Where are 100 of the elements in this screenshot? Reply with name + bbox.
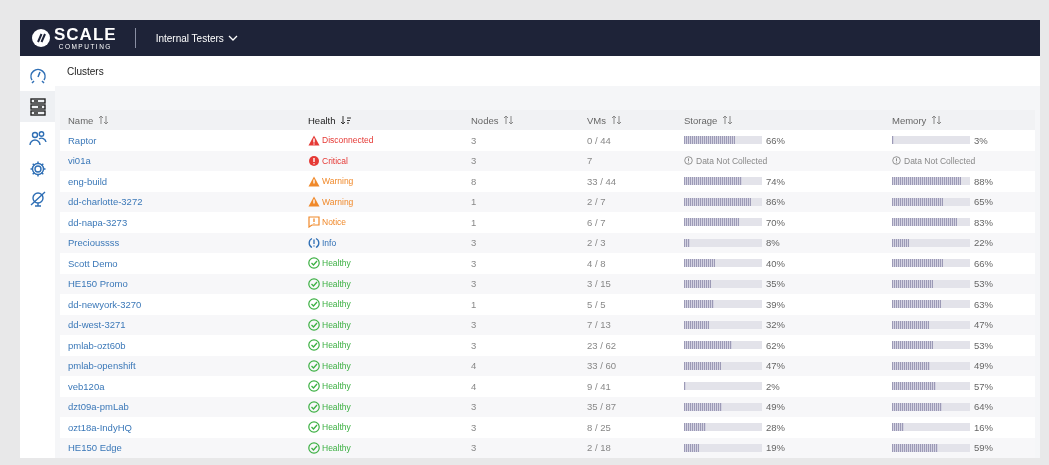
check-circle-icon (308, 318, 320, 331)
health-status: Healthy (322, 258, 351, 269)
usage-percent: 66% (766, 134, 785, 146)
crossed-globe-icon (28, 190, 47, 209)
settings-icon (28, 159, 47, 178)
cluster-link[interactable]: dd-newyork-3270 (68, 298, 142, 310)
column-header[interactable]: Name (60, 114, 300, 126)
warning-triangle-icon (308, 196, 320, 208)
usage-percent: 3% (974, 134, 988, 146)
usage-percent: 8% (766, 237, 780, 249)
data-not-collected-text: Data Not Collected (696, 155, 768, 166)
health-status: Info (322, 237, 337, 248)
table-cell: 3 (471, 155, 477, 167)
health-status: Healthy (322, 340, 351, 351)
column-header[interactable]: Nodes (463, 114, 579, 126)
usage-percent: 86% (766, 196, 785, 208)
health-status: Disconnected (322, 135, 374, 146)
table-cell: 9 / 41 (587, 380, 611, 392)
cluster-link[interactable]: ozt18a-IndyHQ (68, 421, 132, 433)
sort-icon (503, 115, 515, 125)
gauge-icon (28, 66, 47, 85)
cluster-link[interactable]: veb120a (68, 380, 105, 392)
usage-percent: 66% (974, 257, 993, 269)
usage-percent: 47% (766, 360, 785, 372)
table-cell: 3 (471, 257, 477, 269)
usage-percent: 53% (974, 339, 993, 351)
info-icon (892, 156, 901, 166)
health-status: Critical (322, 155, 348, 166)
column-header[interactable]: VMs (579, 114, 676, 126)
usage-percent: 65% (974, 196, 993, 208)
logo-icon (32, 29, 50, 47)
check-circle-icon (308, 421, 320, 434)
cluster-link[interactable]: Raptor (68, 134, 97, 146)
table-cell: 3 (471, 421, 477, 433)
cluster-link[interactable]: eng-build (68, 175, 108, 187)
usage-percent: 63% (974, 298, 993, 310)
health-status: Healthy (322, 299, 351, 310)
health-status: Healthy (322, 442, 351, 453)
health-status: Healthy (322, 422, 351, 433)
table-cell: 8 (471, 175, 477, 187)
cluster-link[interactable]: HE150 Promo (68, 278, 128, 290)
table-cell: 23 / 62 (587, 339, 617, 351)
organization-dropdown[interactable]: Internal Testers (153, 28, 240, 48)
table-cell: 2 / 7 (587, 196, 606, 208)
cluster-link[interactable]: Precioussss (68, 237, 120, 249)
usage-percent: 19% (766, 442, 785, 454)
table-cell: 3 (471, 237, 477, 249)
alert-badge-icon (308, 154, 320, 167)
table-cell: 1 (471, 196, 477, 208)
sort-icon (98, 115, 110, 125)
table-cell: 0 / 44 (587, 134, 611, 146)
table-cell: 33 / 60 (587, 360, 617, 372)
users-icon (28, 128, 47, 147)
usage-percent: 32% (766, 319, 785, 331)
cluster-link[interactable]: pmlab-openshift (68, 360, 136, 372)
usage-percent: 74% (766, 175, 785, 187)
table-cell: 4 (471, 380, 477, 392)
table-cell: 1 (471, 298, 477, 310)
cluster-link[interactable]: dzt09a-pmLab (68, 401, 129, 413)
table-cell: 3 (471, 319, 477, 331)
column-header[interactable]: Memory (884, 114, 1035, 126)
server-stack-icon (28, 97, 47, 116)
usage-percent: 70% (766, 216, 785, 228)
sidebar-item[interactable] (20, 91, 55, 122)
table-cell: 35 / 87 (587, 401, 617, 413)
table-cell: 33 / 44 (587, 175, 617, 187)
check-circle-icon (308, 339, 320, 352)
column-header[interactable]: Health (300, 114, 463, 126)
table-cell: 4 / 8 (587, 257, 606, 269)
cluster-link[interactable]: dd-napa-3273 (68, 216, 128, 228)
cluster-link[interactable]: Scott Demo (68, 257, 118, 269)
cluster-link[interactable]: vi01a (68, 155, 91, 167)
logo-text: SCALE (54, 25, 117, 43)
usage-percent: 49% (974, 360, 993, 372)
check-circle-icon (308, 380, 320, 393)
table-cell: 3 (471, 401, 477, 413)
health-status: Healthy (322, 360, 351, 371)
table-cell: 3 (471, 339, 477, 351)
usage-percent: 53% (974, 278, 993, 290)
usage-percent: 16% (974, 421, 993, 433)
column-header[interactable]: Storage (676, 114, 884, 126)
usage-percent: 39% (766, 298, 785, 310)
cluster-link[interactable]: dd-charlotte-3272 (68, 196, 143, 208)
check-circle-icon (308, 359, 320, 372)
check-circle-icon (308, 277, 320, 290)
table-cell: 2 / 3 (587, 237, 606, 249)
cluster-link[interactable]: HE150 Edge (68, 442, 122, 454)
check-circle-icon (308, 441, 320, 454)
table-cell: 5 / 5 (587, 298, 606, 310)
cluster-link[interactable]: pmlab-ozt60b (68, 339, 126, 351)
usage-percent: 64% (974, 401, 993, 413)
info-icon (684, 156, 693, 166)
usage-percent: 59% (974, 442, 993, 454)
warning-triangle-icon (308, 175, 320, 187)
health-status: Warning (322, 176, 354, 187)
table-cell: 3 (471, 442, 477, 454)
cluster-link[interactable]: dd-west-3271 (68, 319, 126, 331)
health-status: Warning (322, 196, 354, 207)
usage-percent: 83% (974, 216, 993, 228)
sort-descending-icon (340, 115, 353, 125)
